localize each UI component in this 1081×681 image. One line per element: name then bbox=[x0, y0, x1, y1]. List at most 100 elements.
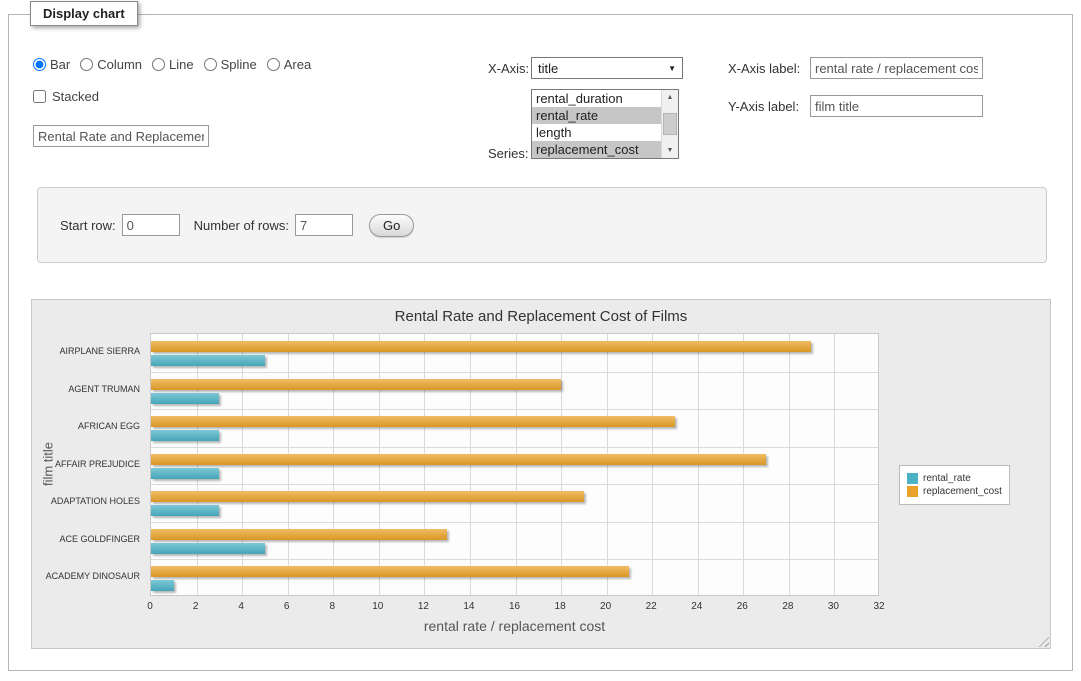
chart-type-option-label: Line bbox=[169, 57, 194, 72]
legend-entry: rental_rate bbox=[907, 473, 1002, 484]
chart-type-option-label: Area bbox=[284, 57, 311, 72]
chart-type-radio-bar[interactable] bbox=[33, 58, 46, 71]
x-tick-label: 28 bbox=[782, 601, 793, 612]
h-gridline bbox=[151, 372, 878, 373]
scrollbar-down-icon[interactable]: ▼ bbox=[662, 143, 678, 158]
chart-type-option-spline[interactable]: Spline bbox=[204, 57, 257, 72]
number-of-rows-label: Number of rows: bbox=[194, 218, 289, 233]
y-axis-label-label: Y-Axis label: bbox=[728, 99, 799, 114]
h-gridline bbox=[151, 484, 878, 485]
bar-rental_rate bbox=[151, 393, 219, 404]
y-category-label: ACADEMY DINOSAUR bbox=[32, 558, 140, 596]
series-option-rental_rate[interactable]: rental_rate bbox=[532, 107, 661, 124]
x-axis-label-label: X-Axis label: bbox=[728, 61, 800, 76]
bar-replacement_cost bbox=[151, 416, 675, 427]
legend-entry: replacement_cost bbox=[907, 486, 1002, 497]
series-multiselect[interactable]: rental_durationrental_ratelengthreplacem… bbox=[531, 89, 679, 159]
legend-swatch bbox=[907, 473, 918, 484]
x-tick-label: 32 bbox=[873, 601, 884, 612]
chart-title-input[interactable] bbox=[33, 125, 209, 147]
row-range-panel: Start row: Number of rows: Go bbox=[37, 187, 1047, 263]
x-tick-label: 16 bbox=[509, 601, 520, 612]
y-category-label: AIRPLANE SIERRA bbox=[32, 333, 140, 371]
bar-rental_rate bbox=[151, 505, 219, 516]
resize-handle[interactable] bbox=[1036, 634, 1049, 647]
h-gridline bbox=[151, 559, 878, 560]
x-tick-label: 12 bbox=[418, 601, 429, 612]
scrollbar[interactable]: ▲ ▼ bbox=[661, 90, 678, 158]
x-axis-selected-value: title bbox=[538, 61, 558, 76]
x-tick-label: 20 bbox=[600, 601, 611, 612]
y-axis-label-input[interactable] bbox=[810, 95, 983, 117]
v-gridline bbox=[789, 334, 790, 595]
x-tick-label: 18 bbox=[555, 601, 566, 612]
series-option-replacement_cost[interactable]: replacement_cost bbox=[532, 141, 661, 158]
bar-rental_rate bbox=[151, 468, 219, 479]
plot-area bbox=[150, 333, 879, 596]
v-gridline bbox=[834, 334, 835, 595]
bar-rental_rate bbox=[151, 355, 265, 366]
x-tick-label: 24 bbox=[691, 601, 702, 612]
number-of-rows-input[interactable] bbox=[295, 214, 353, 236]
chart-type-option-label: Column bbox=[97, 57, 142, 72]
x-tick-label: 0 bbox=[147, 601, 153, 612]
x-tick-label: 22 bbox=[646, 601, 657, 612]
x-axis-label-input[interactable] bbox=[810, 57, 983, 79]
chart-type-option-area[interactable]: Area bbox=[267, 57, 311, 72]
x-axis-select[interactable]: title ▼ bbox=[531, 57, 683, 79]
scrollbar-up-icon[interactable]: ▲ bbox=[662, 90, 678, 105]
bar-replacement_cost bbox=[151, 566, 629, 577]
chart-type-group: Bar Column Line Spline Area bbox=[33, 57, 321, 72]
fieldset-legend: Display chart bbox=[30, 1, 138, 26]
x-tick-label: 4 bbox=[238, 601, 244, 612]
legend-label: replacement_cost bbox=[923, 486, 1002, 497]
bar-rental_rate bbox=[151, 430, 219, 441]
y-category-labels: AIRPLANE SIERRAAGENT TRUMANAFRICAN EGGAF… bbox=[32, 333, 145, 596]
scrollbar-thumb[interactable] bbox=[663, 113, 677, 135]
start-row-input[interactable] bbox=[122, 214, 180, 236]
go-button[interactable]: Go bbox=[369, 214, 414, 237]
x-axis-select-label: X-Axis: bbox=[488, 61, 529, 76]
series-options: rental_durationrental_ratelengthreplacem… bbox=[532, 90, 661, 158]
series-option-rental_duration[interactable]: rental_duration bbox=[532, 90, 661, 107]
chart-type-radio-line[interactable] bbox=[152, 58, 165, 71]
chart-type-radio-area[interactable] bbox=[267, 58, 280, 71]
x-tick-labels: 02468101214161820222426283032 bbox=[150, 601, 879, 615]
x-tick-label: 10 bbox=[372, 601, 383, 612]
bar-replacement_cost bbox=[151, 491, 584, 502]
stacked-option[interactable]: Stacked bbox=[33, 89, 99, 104]
h-gridline bbox=[151, 447, 878, 448]
chart-legend: rental_rate replacement_cost bbox=[899, 465, 1010, 505]
h-gridline bbox=[151, 522, 878, 523]
bar-replacement_cost bbox=[151, 454, 766, 465]
bar-replacement_cost bbox=[151, 341, 811, 352]
y-category-label: ADAPTATION HOLES bbox=[32, 483, 140, 521]
series-select-label: Series: bbox=[488, 146, 528, 161]
chart-type-option-line[interactable]: Line bbox=[152, 57, 194, 72]
display-chart-fieldset: Display chart BarColumnLineSplineArea St… bbox=[8, 14, 1073, 671]
y-category-label: ACE GOLDFINGER bbox=[32, 521, 140, 559]
chart-type-option-bar[interactable]: Bar bbox=[33, 57, 70, 72]
y-category-label: AFFAIR PREJUDICE bbox=[32, 446, 140, 484]
x-tick-label: 6 bbox=[284, 601, 290, 612]
chart-type-radio-column[interactable] bbox=[80, 58, 93, 71]
chart-type-option-column[interactable]: Column bbox=[80, 57, 142, 72]
start-row-label: Start row: bbox=[60, 218, 116, 233]
chart-container: Rental Rate and Replacement Cost of Film… bbox=[31, 299, 1051, 649]
x-tick-label: 8 bbox=[330, 601, 336, 612]
series-option-length[interactable]: length bbox=[532, 124, 661, 141]
stacked-checkbox[interactable] bbox=[33, 90, 46, 103]
x-tick-label: 14 bbox=[463, 601, 474, 612]
x-axis-title: rental rate / replacement cost bbox=[150, 618, 879, 634]
chart-type-radio-spline[interactable] bbox=[204, 58, 217, 71]
chart-title: Rental Rate and Replacement Cost of Film… bbox=[32, 308, 1050, 325]
legend-swatch bbox=[907, 486, 918, 497]
stacked-label: Stacked bbox=[52, 89, 99, 104]
chart-type-option-label: Spline bbox=[221, 57, 257, 72]
bar-replacement_cost bbox=[151, 529, 447, 540]
x-tick-label: 30 bbox=[828, 601, 839, 612]
bar-rental_rate bbox=[151, 543, 265, 554]
page: Display chart Bar Column Line Spline Area St… bbox=[0, 0, 1081, 681]
bar-rental_rate bbox=[151, 580, 174, 591]
y-category-label: AFRICAN EGG bbox=[32, 408, 140, 446]
